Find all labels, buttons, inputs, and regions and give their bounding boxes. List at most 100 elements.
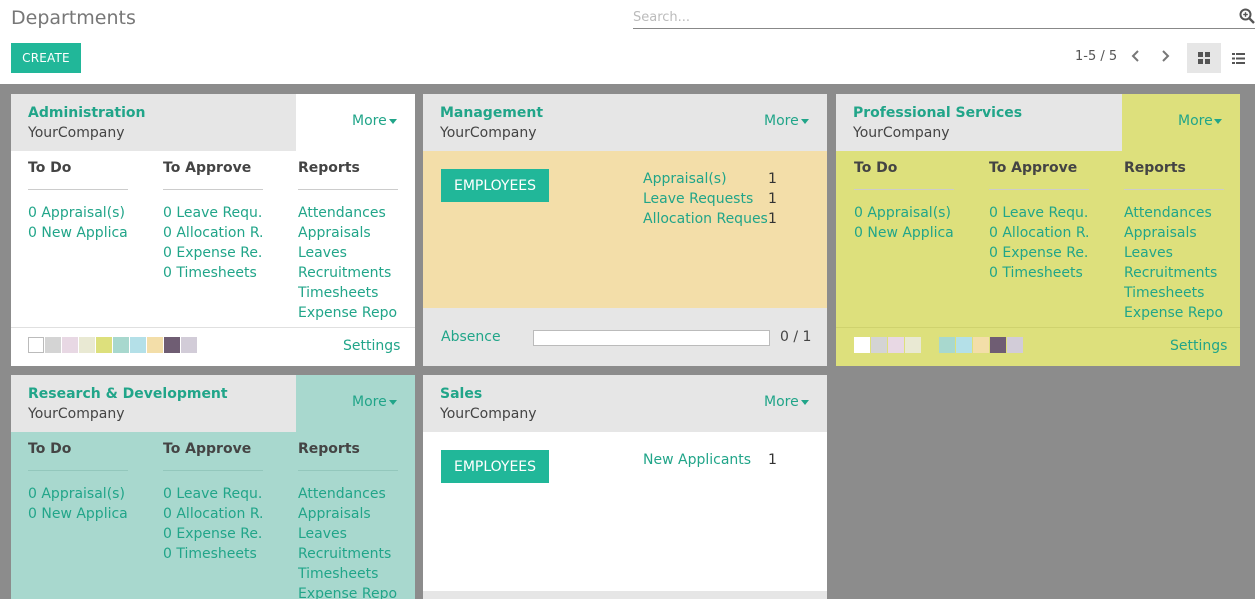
stat-link[interactable]: Leave Requests [643,191,753,207]
color-swatch[interactable] [96,337,112,353]
approve-link[interactable]: 0 Leave Requ... [989,203,1089,223]
card-header [836,94,1122,151]
more-dropdown[interactable]: More [708,375,827,432]
more-dropdown[interactable]: More [296,375,415,432]
search-icon[interactable] [1239,8,1255,24]
approve-link[interactable]: 0 Allocation R... [989,223,1089,243]
color-swatch[interactable] [956,337,972,353]
color-swatch[interactable] [871,337,887,353]
report-link[interactable]: Expense Repo.. [298,303,398,323]
report-link[interactable]: Leaves [298,524,398,544]
approve-link[interactable]: 0 Expense Re... [163,524,263,544]
approve-link[interactable]: 0 Expense Re... [989,243,1089,263]
search-bar[interactable] [633,6,1255,29]
report-link[interactable]: Appraisals [298,223,398,243]
more-label[interactable]: More [764,113,799,129]
settings-link[interactable]: Settings [343,338,400,354]
department-card-management[interactable]: Management YourCompany More EMPLOYEES Ap… [423,94,827,366]
kanban-board: Administration YourCompany More To Do 0 … [0,84,1255,599]
report-link[interactable]: Appraisals [1124,223,1224,243]
color-swatch[interactable] [28,337,44,353]
department-card-sales[interactable]: Sales YourCompany More EMPLOYEES New App… [423,375,827,599]
approve-link[interactable]: 0 Timesheets [163,263,263,283]
employees-button[interactable]: EMPLOYEES [441,450,549,483]
company-name: YourCompany [853,125,950,141]
color-swatch[interactable] [164,337,180,353]
department-card-research-development[interactable]: Research & Development YourCompany More … [11,375,415,599]
search-input[interactable] [633,7,1223,28]
report-link[interactable]: Timesheets [1124,283,1224,303]
chevron-left-icon[interactable] [1126,47,1146,67]
stat-link[interactable]: Allocation Reques.. [643,211,767,227]
todo-link[interactable]: 0 New Applica.. [854,223,954,243]
department-name[interactable]: Professional Services [853,105,1022,121]
more-label[interactable]: More [1178,113,1213,129]
color-swatch[interactable] [45,337,61,353]
color-swatch[interactable] [181,337,197,353]
department-name[interactable]: Administration [28,105,145,121]
report-link[interactable]: Attendances [298,203,398,223]
approve-link[interactable]: 0 Timesheets [989,263,1089,283]
department-card-professional-services[interactable]: Professional Services YourCompany More T… [836,94,1240,366]
more-label[interactable]: More [352,394,387,410]
report-link[interactable]: Recruitments [298,544,398,564]
color-swatch[interactable] [922,337,938,353]
report-link[interactable]: Recruitments [298,263,398,283]
report-link[interactable]: Leaves [1124,243,1224,263]
department-name[interactable]: Research & Development [28,386,228,402]
report-link[interactable]: Leaves [298,243,398,263]
color-swatch[interactable] [130,337,146,353]
report-link[interactable]: Attendances [298,484,398,504]
department-card-administration[interactable]: Administration YourCompany More To Do 0 … [11,94,415,366]
color-swatch[interactable] [113,337,129,353]
approve-link[interactable]: 0 Leave Requ... [163,484,263,504]
approve-link[interactable]: 0 Timesheets [163,544,263,564]
more-dropdown[interactable]: More [708,94,827,151]
color-swatch[interactable] [990,337,1006,353]
todo-link[interactable]: 0 New Applica.. [28,223,128,243]
approve-link[interactable]: 0 Allocation R... [163,223,263,243]
settings-link[interactable]: Settings [1170,338,1227,354]
reports-column: Reports Attendances Appraisals Leaves Re… [1124,160,1224,323]
list-view-button[interactable] [1221,43,1255,73]
kanban-view-button[interactable] [1187,43,1221,73]
more-label[interactable]: More [352,113,387,129]
pager-value[interactable]: 1-5 / 5 [1075,49,1117,64]
todo-link[interactable]: 0 Appraisal(s) [28,203,128,223]
more-dropdown[interactable]: More [296,94,415,151]
report-link[interactable]: Recruitments [1124,263,1224,283]
color-swatch[interactable] [147,337,163,353]
approve-link[interactable]: 0 Leave Requ... [163,203,263,223]
stat-link[interactable]: New Applicants [643,452,751,468]
color-swatch[interactable] [79,337,95,353]
more-dropdown[interactable]: More [1122,94,1240,151]
department-name[interactable]: Sales [440,386,482,402]
report-link[interactable]: Attendances [1124,203,1224,223]
approve-link[interactable]: 0 Expense Re... [163,243,263,263]
absence-label[interactable]: Absence [441,329,501,345]
report-link[interactable]: Appraisals [298,504,398,524]
create-button[interactable]: CREATE [11,43,81,73]
color-swatch[interactable] [888,337,904,353]
todo-link[interactable]: 0 Appraisal(s) [28,484,128,504]
chevron-right-icon[interactable] [1155,47,1175,67]
color-swatch[interactable] [854,337,870,353]
color-picker [854,337,1024,353]
todo-link[interactable]: 0 Appraisal(s) [854,203,954,223]
more-label[interactable]: More [764,394,799,410]
todo-link[interactable]: 0 New Applica.. [28,504,128,524]
approve-link[interactable]: 0 Allocation R... [163,504,263,524]
stat-link[interactable]: Appraisal(s) [643,171,727,187]
employees-button[interactable]: EMPLOYEES [441,169,549,202]
report-link[interactable]: Timesheets [298,564,398,584]
report-link[interactable]: Timesheets [298,283,398,303]
color-swatch[interactable] [1007,337,1023,353]
report-link[interactable]: Expense Repo.. [298,584,398,599]
department-name[interactable]: Management [440,105,543,121]
color-swatch[interactable] [939,337,955,353]
caret-down-icon [801,400,809,405]
color-swatch[interactable] [905,337,921,353]
report-link[interactable]: Expense Repo.. [1124,303,1224,323]
color-swatch[interactable] [973,337,989,353]
color-swatch[interactable] [62,337,78,353]
